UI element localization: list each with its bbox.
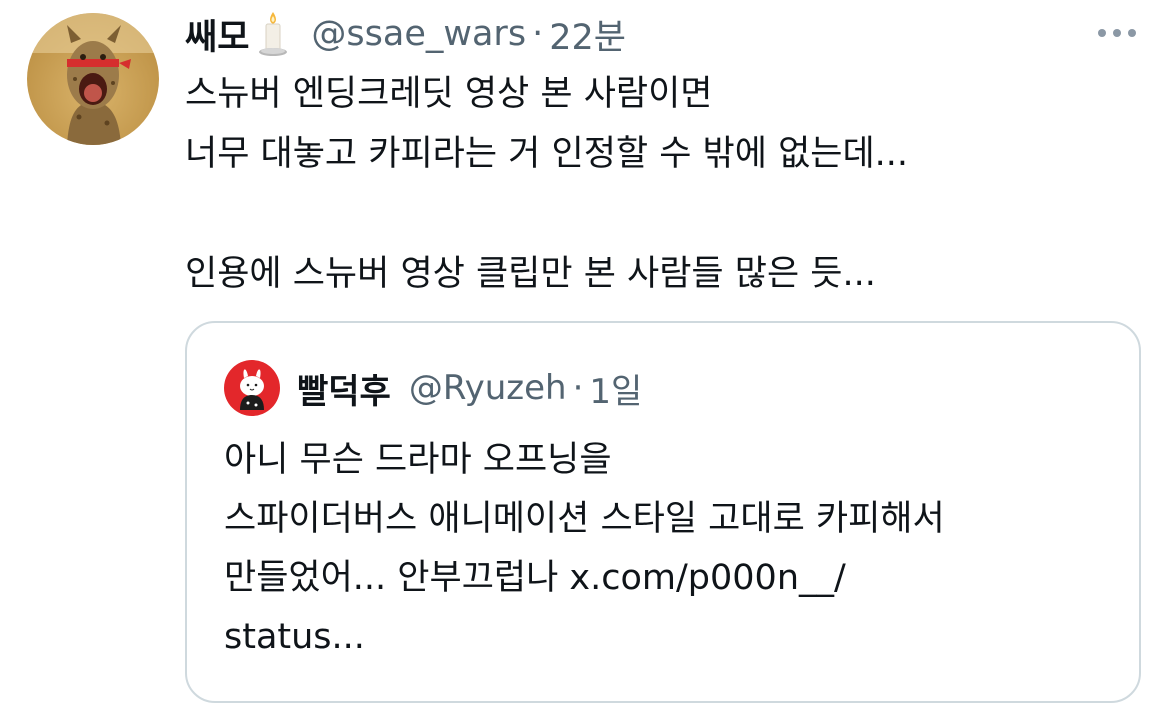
quoted-tweet-text: 아니 무슨 드라마 오프닝을 스파이더버스 애니메이션 스타일 고대로 카피해서… bbox=[224, 431, 1104, 667]
separator-dot: · bbox=[572, 368, 584, 408]
quoted-text-line: 만들었어... 안부끄럽나 x.com/p000n__/ bbox=[224, 558, 846, 598]
tweet-text: 스뉴버 엔딩크레딧 영상 본 사람이면 너무 대놓고 카피라는 거 인정할 수 … bbox=[185, 64, 1145, 304]
quoted-author-display-name: 빨덕후 bbox=[297, 371, 391, 412]
quoted-tweet-header: 빨덕후 @Ryuzeh · 1일 bbox=[297, 365, 643, 412]
author-display-name[interactable]: 쌔모 bbox=[185, 9, 249, 60]
tweet-text-line: 너무 대놓고 카피라는 거 인정할 수 밖에 없는데... bbox=[185, 134, 909, 174]
separator-dot: · bbox=[532, 14, 544, 54]
quoted-text-line: 아니 무슨 드라마 오프닝을 bbox=[224, 440, 612, 480]
more-horizontal-icon[interactable] bbox=[1092, 18, 1142, 48]
tweet-text-line bbox=[185, 184, 1145, 244]
author-handle[interactable]: @ssae_wars bbox=[311, 14, 526, 54]
tweet-text-line: 스뉴버 엔딩크레딧 영상 본 사람이면 bbox=[185, 74, 713, 114]
tweet-header: 쌔모 @ssae_wars · 22분 bbox=[185, 10, 626, 58]
quoted-author-handle: @Ryuzeh bbox=[408, 368, 567, 408]
quoted-author-avatar[interactable] bbox=[224, 360, 280, 416]
tweet-timestamp[interactable]: 22분 bbox=[549, 9, 626, 60]
tweet-text-line: 인용에 스뉴버 영상 클립만 본 사람들 많은 듯... bbox=[185, 254, 876, 294]
quoted-text-line: status... bbox=[224, 617, 365, 657]
quoted-tweet-timestamp: 1일 bbox=[589, 371, 643, 412]
author-avatar[interactable] bbox=[27, 13, 159, 145]
tweet[interactable]: 쌔모 @ssae_wars · 22분 스뉴버 엔딩크레딧 영상 본 사람이면 … bbox=[0, 0, 1170, 728]
quoted-tweet-card[interactable]: 빨덕후 @Ryuzeh · 1일 아니 무슨 드라마 오프닝을 스파이더버스 애… bbox=[185, 321, 1141, 703]
candle-icon bbox=[255, 10, 291, 58]
quoted-text-line: 스파이더버스 애니메이션 스타일 고대로 카피해서 bbox=[224, 499, 945, 539]
